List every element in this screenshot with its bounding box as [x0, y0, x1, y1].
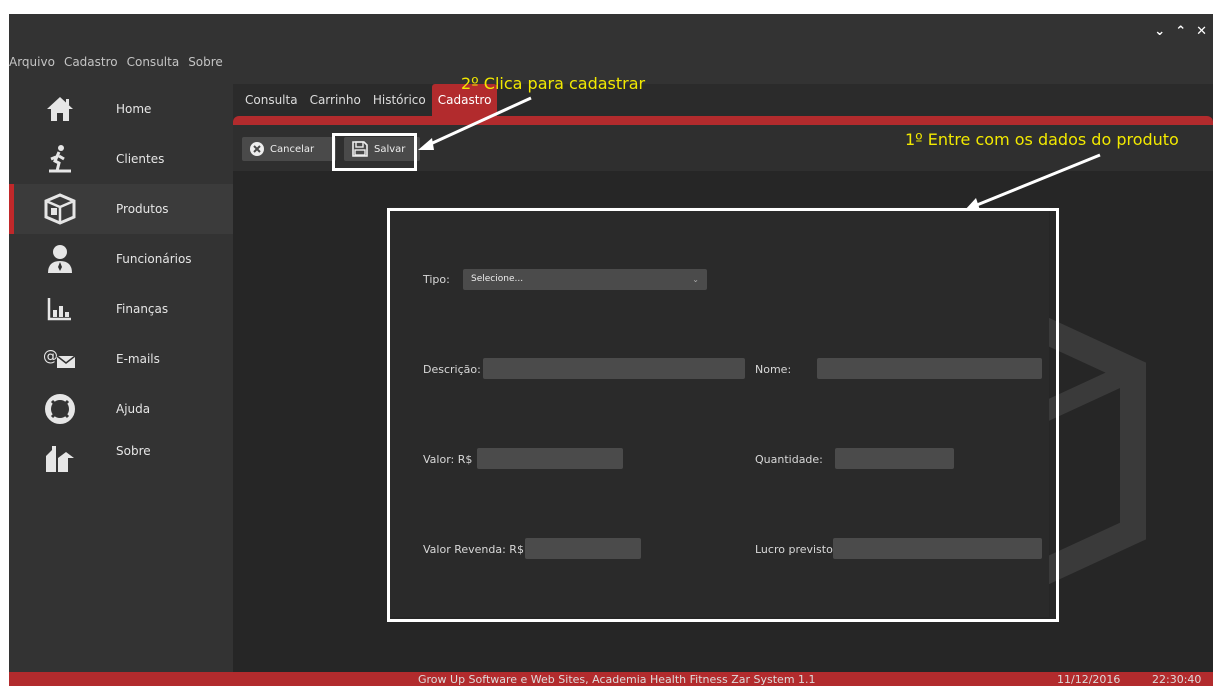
lifebuoy-icon [42, 391, 78, 427]
cancel-icon [250, 142, 264, 156]
tab-consulta[interactable]: Consulta [239, 84, 304, 116]
tab-underline [233, 116, 1213, 125]
home-icon [42, 91, 78, 127]
form-annotation-box [387, 208, 1059, 622]
footer-text: Grow Up Software e Web Sites, Academia H… [418, 673, 816, 686]
sidebar-item-label: Home [116, 102, 152, 116]
sidebar-item-label: Funcionários [116, 252, 192, 266]
runner-icon [42, 141, 78, 177]
sidebar-item-label: Produtos [116, 202, 169, 216]
sidebar-item-label: Ajuda [116, 402, 151, 416]
email-icon: @ [42, 341, 78, 377]
sidebar-item-ajuda[interactable]: Ajuda [9, 384, 233, 434]
sidebar-item-label: E-mails [116, 352, 160, 366]
about-icon [42, 441, 78, 477]
save-annotation-box [332, 133, 417, 171]
box-icon [42, 191, 78, 227]
status-bar: Grow Up Software e Web Sites, Academia H… [9, 672, 1213, 686]
minimize-button[interactable]: ⌄ [1154, 24, 1165, 39]
svg-text:@: @ [43, 347, 58, 365]
close-button[interactable]: ✕ [1196, 24, 1207, 39]
sidebar: Home Clientes Produtos Funcionários Fina… [9, 84, 233, 484]
sidebar-item-home[interactable]: Home [9, 84, 233, 134]
sidebar-item-clientes[interactable]: Clientes [9, 134, 233, 184]
menubar: Arquivo Cadastro Consulta Sobre [9, 52, 232, 72]
cancel-button[interactable]: Cancelar [242, 137, 336, 161]
menu-consulta[interactable]: Consulta [127, 52, 185, 72]
annotation-step2: 2º Clica para cadastrar [461, 74, 646, 93]
tab-carrinho[interactable]: Carrinho [304, 84, 367, 116]
menu-arquivo[interactable]: Arquivo [9, 52, 60, 72]
annotation-step1: 1º Entre com os dados do produto [905, 130, 1179, 149]
sidebar-item-label: Clientes [116, 152, 165, 166]
sidebar-item-emails[interactable]: @ E-mails [9, 334, 233, 384]
cancel-label: Cancelar [270, 143, 315, 155]
bar-chart-icon [42, 291, 78, 327]
menu-cadastro[interactable]: Cadastro [64, 52, 123, 72]
tab-bar: Consulta Carrinho Histórico Cadastro [233, 84, 498, 116]
menu-sobre[interactable]: Sobre [188, 52, 228, 72]
sidebar-item-sobre[interactable]: Sobre [9, 434, 233, 484]
sidebar-item-financas[interactable]: Finanças [9, 284, 233, 334]
employee-icon [42, 241, 78, 277]
status-date: 11/12/2016 [1057, 673, 1121, 686]
window-controls: ⌄ ⌃ ✕ [1154, 24, 1207, 39]
maximize-button[interactable]: ⌃ [1175, 24, 1186, 39]
sidebar-item-funcionarios[interactable]: Funcionários [9, 234, 233, 284]
sidebar-item-produtos[interactable]: Produtos [9, 184, 233, 234]
sidebar-item-label: Finanças [116, 302, 169, 316]
tab-historico[interactable]: Histórico [367, 84, 432, 116]
sidebar-item-label: Sobre [116, 444, 151, 458]
status-time: 22:30:40 [1152, 673, 1202, 686]
